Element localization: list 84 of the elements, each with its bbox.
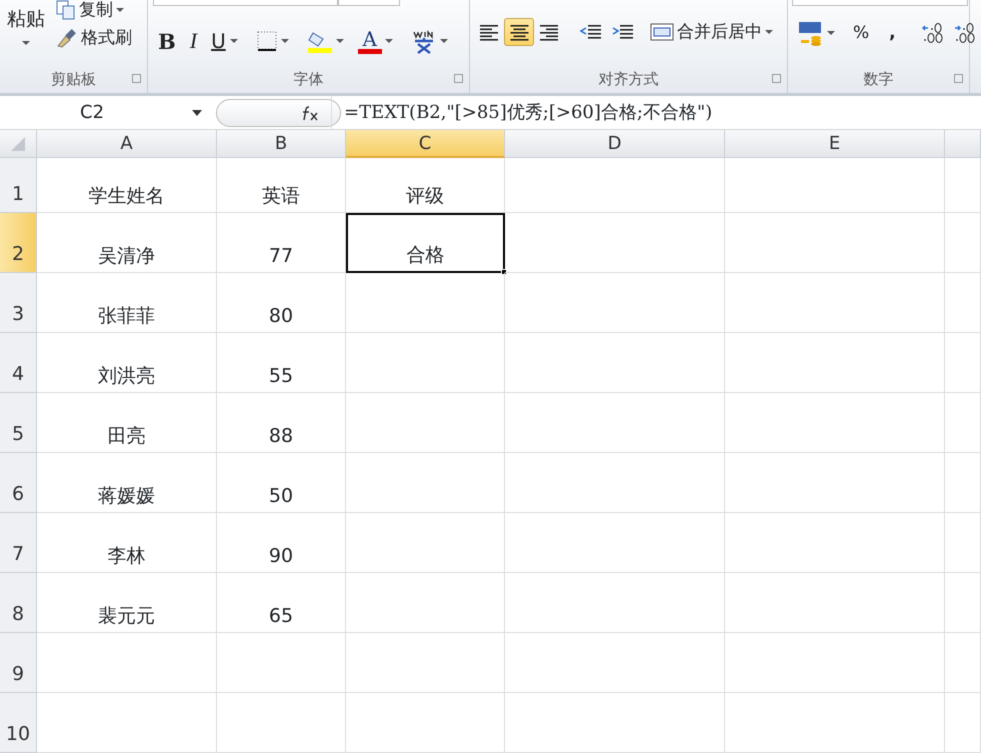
bold-button[interactable]: B	[154, 30, 180, 52]
table-cell	[945, 273, 981, 333]
corner-triangle-icon	[10, 136, 26, 152]
name-box-value: C2	[80, 101, 104, 125]
paste-button[interactable]: 粘贴	[3, 10, 49, 29]
align-icon	[539, 23, 559, 41]
group-label: 剪贴板	[50, 68, 97, 90]
name-box[interactable]: C2	[0, 98, 210, 126]
table-cell: 65	[217, 573, 346, 633]
table-cell: 田亮	[37, 393, 217, 453]
table-cell: 80	[217, 273, 346, 333]
group-label: 字体	[292, 68, 324, 90]
table-cell	[945, 213, 981, 273]
column-header[interactable]: C	[346, 130, 505, 158]
table-cell[interactable]: 合格	[346, 213, 505, 273]
table-cell	[945, 573, 981, 633]
row-header[interactable]: 6	[0, 453, 37, 513]
brush-icon	[56, 28, 78, 48]
row-header[interactable]: 8	[0, 573, 37, 633]
align-icon	[479, 23, 499, 41]
merge-cells-icon	[650, 23, 674, 41]
font-color-button[interactable]: A	[354, 28, 397, 54]
column-header[interactable]: E	[725, 130, 945, 158]
row-header[interactable]: 1	[0, 158, 37, 213]
copy-icon	[56, 0, 76, 20]
table-cell	[945, 513, 981, 573]
row-header[interactable]: 4	[0, 333, 37, 393]
merge-center-button[interactable]: 合并后居中	[646, 23, 777, 41]
table-cell	[945, 333, 981, 393]
table-cell: 刘洪亮	[37, 333, 217, 393]
row-header[interactable]: 9	[0, 633, 37, 693]
italic-button[interactable]: I	[186, 30, 202, 52]
percent-button[interactable]: %	[849, 24, 874, 42]
table-cell: 学生姓名	[37, 158, 217, 213]
format-painter-button[interactable]: 格式刷	[52, 28, 136, 48]
dropdown-caret-icon[interactable]	[280, 39, 289, 43]
row-header[interactable]: 10	[0, 693, 37, 753]
table-cell: 50	[217, 453, 346, 513]
decrease-decimal-icon	[954, 22, 976, 44]
table-cell: 裴元元	[37, 573, 217, 633]
row-header[interactable]: 7	[0, 513, 37, 573]
row-header[interactable]: 3	[0, 273, 37, 333]
group-label: 数字	[862, 68, 894, 90]
align-icon	[509, 23, 529, 41]
table-cell	[945, 633, 981, 693]
table-cell: 张菲菲	[37, 273, 217, 333]
table-cell: 李林	[37, 513, 217, 573]
table-cell: 蒋媛媛	[37, 453, 217, 513]
table-cell: 吴清净	[37, 213, 217, 273]
column-header[interactable]: D	[505, 130, 725, 158]
dropdown-caret-icon[interactable]	[22, 41, 30, 45]
row-header[interactable]: 2	[0, 213, 37, 273]
table-cell: 90	[217, 513, 346, 573]
group-label: 对齐方式	[598, 68, 660, 90]
copy-button[interactable]: 复制	[52, 0, 136, 20]
decrease-indent-icon	[580, 23, 602, 41]
row-header[interactable]: 5	[0, 393, 37, 453]
increase-indent-icon	[612, 23, 634, 41]
table-cell: 评级	[346, 158, 505, 213]
dropdown-caret-icon[interactable]	[384, 39, 393, 43]
increase-decimal-icon	[922, 22, 944, 44]
table-cell	[945, 393, 981, 453]
table-cell: 88	[217, 393, 346, 453]
dropdown-caret-icon[interactable]	[230, 39, 238, 43]
border-icon	[256, 30, 278, 52]
column-header[interactable]: B	[217, 130, 346, 158]
underline-button[interactable]: U	[207, 31, 230, 51]
dropdown-caret-icon[interactable]	[765, 30, 773, 34]
table-cell: 英语	[217, 158, 346, 213]
dropdown-caret-icon[interactable]	[440, 39, 448, 43]
table-cell	[945, 158, 981, 213]
align-center-button[interactable]	[504, 18, 534, 46]
formula-text[interactable]: =TEXT(B2,"[>85]优秀;[>60]合格;不合格")	[331, 96, 981, 129]
dropdown-caret-icon[interactable]	[116, 8, 124, 12]
column-header[interactable]: A	[37, 130, 217, 158]
table-cell	[945, 693, 981, 753]
dropdown-caret-icon[interactable]	[192, 110, 202, 116]
table-cell	[945, 453, 981, 513]
comma-style-button[interactable]: ,	[885, 24, 900, 42]
table-cell: 55	[217, 333, 346, 393]
table-cell: 77	[217, 213, 346, 273]
dropdown-caret-icon[interactable]	[827, 31, 835, 35]
money-coins-icon	[798, 20, 824, 46]
dropdown-caret-icon[interactable]	[336, 39, 344, 43]
